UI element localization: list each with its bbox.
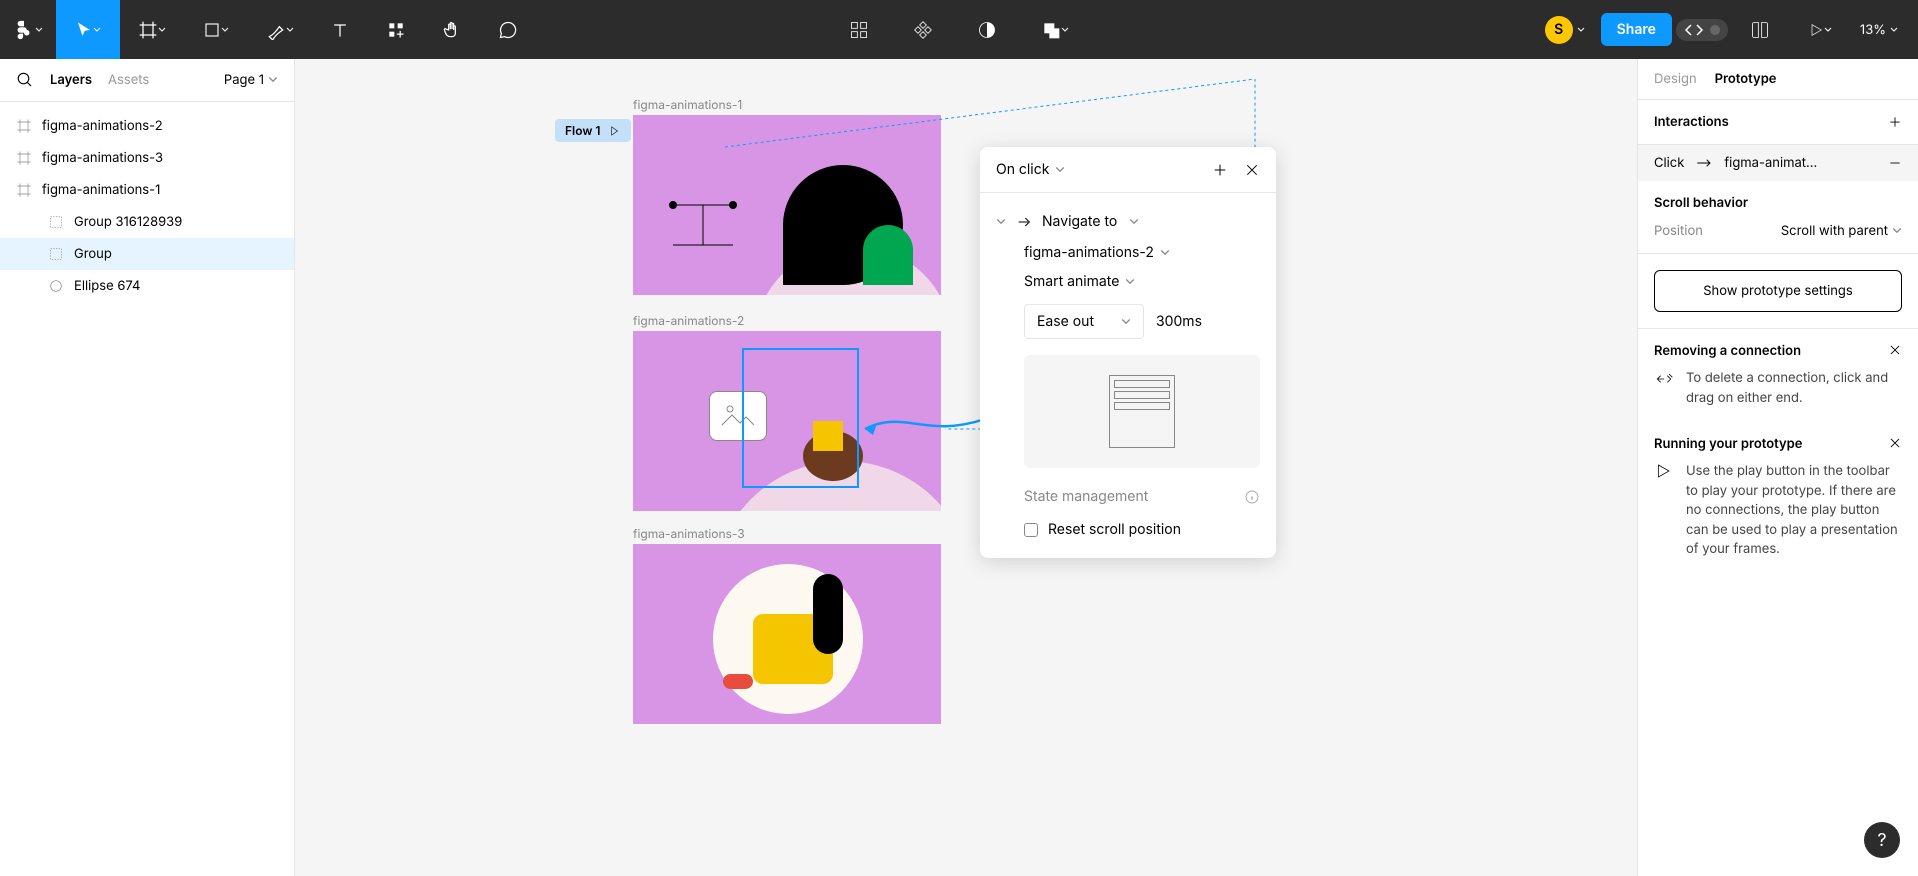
reset-scroll-checkbox[interactable]: Reset scroll position [1024,513,1260,546]
layer-group[interactable]: Group 316128939 [0,206,294,238]
action-row[interactable]: Navigate to [996,205,1260,238]
assets-tab[interactable]: Assets [108,72,149,88]
help-title: Running your prototype [1654,436,1802,452]
interaction-item[interactable]: Click figma-animat... [1638,145,1918,181]
animation-preview [1024,355,1260,468]
design-tab[interactable]: Design [1654,71,1697,87]
frame-tool[interactable] [120,0,184,59]
close-popup-icon[interactable] [1244,162,1260,178]
layer-group-selected[interactable]: Group [0,238,294,270]
shape-tool[interactable] [184,0,248,59]
layers-tab[interactable]: Layers [50,72,92,88]
layer-frame[interactable]: figma-animations-1 [0,174,294,206]
close-help-icon[interactable] [1888,343,1902,357]
info-icon[interactable] [1244,489,1260,505]
canvas[interactable]: figma-animations-1 Flow 1 figma-animatio… [295,59,1637,876]
add-interaction-icon[interactable] [1888,115,1902,129]
page-selector[interactable]: Page 1 [224,72,278,88]
interaction-popup: On click Navigate to figma-animations-2 … [980,147,1276,558]
arrow-icon [1696,157,1712,169]
pen-tool[interactable] [248,0,312,59]
comment-tool[interactable] [480,0,536,59]
selection-rect [742,348,859,488]
add-action-icon[interactable] [1212,162,1228,178]
layer-frame[interactable]: figma-animations-2 [0,110,294,142]
frame-1[interactable] [633,115,941,295]
prototype-settings-button[interactable]: Show prototype settings [1654,270,1902,312]
state-management-label: State management [1024,488,1148,505]
easing-dropdown[interactable]: Ease out [1024,304,1144,339]
text-tool[interactable] [312,0,368,59]
help-title: Removing a connection [1654,343,1801,359]
zoom-level[interactable]: 13% [1852,22,1906,38]
help-body: Use the play button in the toolbar to pl… [1686,462,1902,560]
library-icon[interactable] [1732,0,1788,59]
search-icon[interactable] [16,71,34,89]
frame-3[interactable] [633,544,941,724]
move-tool[interactable] [56,0,120,59]
destination-dropdown[interactable]: figma-animations-2 [1024,238,1260,267]
figma-menu[interactable] [0,0,56,59]
remove-interaction-icon[interactable] [1888,156,1902,170]
scroll-position-dropdown[interactable]: Scroll with parent [1781,223,1902,239]
help-fab[interactable]: ? [1864,822,1900,858]
layer-ellipse[interactable]: Ellipse 674 [0,270,294,302]
help-body: To delete a connection, click and drag o… [1686,369,1902,408]
flow-badge[interactable]: Flow 1 [555,119,631,142]
animation-dropdown[interactable]: Smart animate [1024,267,1260,296]
hand-tool[interactable] [424,0,480,59]
close-help-icon[interactable] [1888,436,1902,450]
navigate-icon [1016,214,1032,230]
user-avatar[interactable]: S [1545,16,1573,44]
scroll-behavior-title: Scroll behavior [1654,195,1748,211]
interactions-title: Interactions [1654,114,1729,130]
layer-frame[interactable]: figma-animations-3 [0,142,294,174]
play-button[interactable] [1792,0,1848,59]
prototype-panel: Design Prototype Interactions Click figm… [1637,59,1918,876]
dev-mode-toggle[interactable] [1676,19,1728,41]
play-icon [1654,462,1674,560]
frame-label[interactable]: figma-animations-3 [633,526,745,541]
frame-label[interactable]: figma-animations-1 [633,97,742,112]
unplug-icon [1654,369,1674,408]
resources-tool[interactable] [368,0,424,59]
share-button[interactable]: Share [1601,13,1672,46]
layers-panel: Layers Assets Page 1 figma-animations-2 … [0,59,295,876]
trigger-dropdown[interactable]: On click [996,161,1065,178]
position-label: Position [1654,223,1703,239]
duration-field[interactable]: 300ms [1156,313,1202,330]
frame-label[interactable]: figma-animations-2 [633,313,744,328]
prototype-tab[interactable]: Prototype [1715,71,1777,87]
